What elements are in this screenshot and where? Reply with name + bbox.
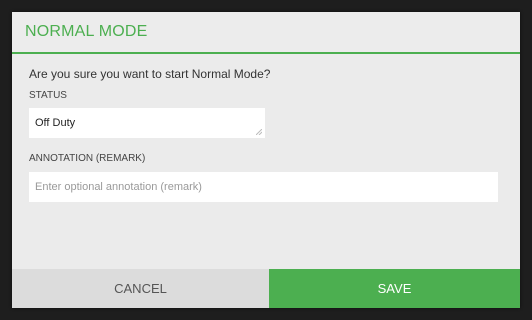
dialog-buttons: CANCEL SAVE: [12, 269, 520, 308]
normal-mode-dialog: NORMAL MODE Are you sure you want to sta…: [12, 12, 520, 308]
cancel-button[interactable]: CANCEL: [12, 269, 269, 308]
annotation-input[interactable]: [29, 172, 498, 202]
status-field[interactable]: Off Duty: [29, 108, 265, 138]
dialog-header: NORMAL MODE: [12, 12, 520, 54]
confirmation-question: Are you sure you want to start Normal Mo…: [29, 67, 271, 81]
save-button[interactable]: SAVE: [269, 269, 520, 308]
status-label: STATUS: [29, 90, 67, 101]
annotation-label: ANNOTATION (REMARK): [29, 153, 146, 164]
dialog-content: Are you sure you want to start Normal Mo…: [12, 67, 520, 202]
resize-grip-icon: [256, 129, 262, 135]
status-value: Off Duty: [35, 117, 76, 129]
dialog-title: NORMAL MODE: [25, 23, 148, 40]
